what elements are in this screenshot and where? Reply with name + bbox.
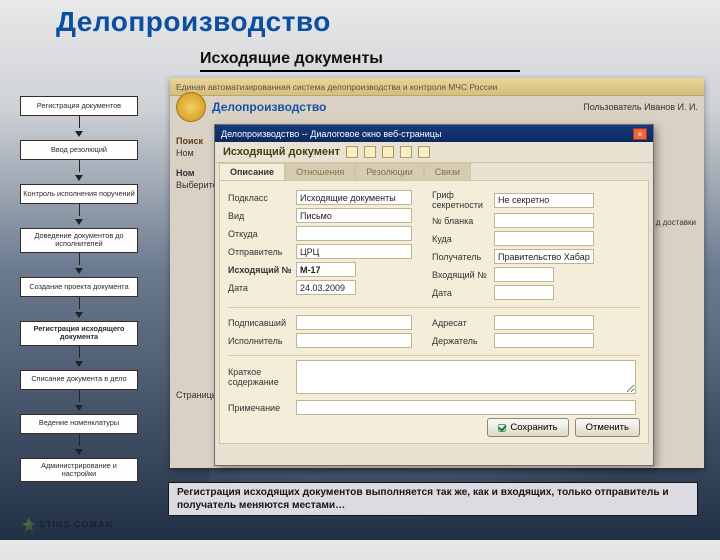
dialog-buttons: Сохранить Отменить [487, 418, 640, 437]
app-window: Единая автоматизированная система делопр… [170, 78, 704, 468]
document-form: Подкласс Вид Откуда Отправитель Исходящи… [219, 180, 649, 444]
page-title: Делопроизводство [56, 6, 331, 38]
input-addressee[interactable] [494, 315, 594, 330]
label-from: Откуда [228, 229, 296, 239]
input-signer[interactable] [296, 315, 412, 330]
sidebar-item-resolutions[interactable]: Ввод резолюций [20, 140, 138, 160]
sidebar-label: Регистрация документов [37, 102, 121, 110]
tab-links[interactable]: Связи [424, 163, 471, 180]
input-outno[interactable] [296, 262, 356, 277]
input-holder[interactable] [494, 333, 594, 348]
sidebar-item-control[interactable]: Контроль исполнения поручений [20, 184, 138, 204]
sidebar-item-nomenclature[interactable]: Ведение номенклатуры [20, 414, 138, 434]
brand-title: Делопроизводство [212, 100, 326, 114]
workflow-sidebar: Регистрация документов Ввод резолюций Ко… [20, 96, 138, 482]
search-field-label: Ном [176, 148, 194, 158]
label-secrecy: Гриф секретности [432, 190, 494, 210]
check-icon [498, 424, 506, 432]
input-from[interactable] [296, 226, 412, 241]
toolbar-icon[interactable] [364, 146, 376, 158]
sidebar-label: Ведение номенклатуры [39, 419, 119, 427]
input-date2[interactable] [494, 285, 554, 300]
label-sender: Отправитель [228, 247, 296, 257]
input-inno[interactable] [494, 267, 554, 282]
sidebar-label: Доведение документов до исполнителей [23, 232, 135, 249]
input-summary[interactable] [296, 360, 636, 394]
label-executor: Исполнитель [228, 336, 296, 346]
user-box: Пользователь Иванов И. И. [583, 102, 698, 112]
sidebar-label: Регистрация исходящего документа [23, 325, 135, 342]
section-title: Исходящие документы [200, 50, 520, 72]
dialog-heading: Исходящий документ [223, 146, 340, 158]
close-icon[interactable]: × [633, 128, 647, 140]
sidebar-label: Ввод резолюций [51, 146, 107, 154]
leaf-icon [22, 518, 36, 532]
label-blank: № бланка [432, 216, 494, 226]
sidebar-item-archive[interactable]: Списание документа в дело [20, 370, 138, 390]
input-recipient[interactable] [494, 249, 594, 264]
input-secrecy[interactable] [494, 193, 594, 208]
footer-logo: STINS COMAN [22, 518, 113, 532]
label-inno: Входящий № [432, 270, 494, 280]
sidebar-item-draft[interactable]: Создание проекта документа [20, 277, 138, 297]
label-signer: Подписавший [228, 318, 296, 328]
input-sender[interactable] [296, 244, 412, 259]
label-date: Дата [228, 283, 296, 293]
sidebar-item-register[interactable]: Регистрация документов [20, 96, 138, 116]
crest-icon [176, 92, 206, 122]
sidebar-item-delivery[interactable]: Доведение документов до исполнителей [20, 228, 138, 253]
label-addressee: Адресат [432, 318, 494, 328]
dialog-titlebar: Делопроизводство -- Диалоговое окно веб-… [215, 125, 653, 142]
label-note: Примечание [228, 403, 296, 413]
sidebar-label: Администрирование и настройки [23, 462, 135, 479]
toolbar-icon[interactable] [418, 146, 430, 158]
toolbar-icon[interactable] [382, 146, 394, 158]
sidebar-label: Создание проекта документа [29, 283, 128, 291]
column-delivery: д доставки [656, 218, 696, 227]
input-to[interactable] [494, 231, 594, 246]
dialog-tabs: Описание Отношения Резолюции Связи [215, 163, 653, 180]
sidebar-item-admin[interactable]: Администрирование и настройки [20, 458, 138, 483]
label-subclass: Подкласс [228, 193, 296, 203]
tab-relations[interactable]: Отношения [285, 163, 355, 180]
cancel-button[interactable]: Отменить [575, 418, 640, 437]
label-kind: Вид [228, 211, 296, 221]
document-dialog: Делопроизводство -- Диалоговое окно веб-… [214, 124, 654, 466]
label-date2: Дата [432, 288, 494, 298]
label-to: Куда [432, 234, 494, 244]
input-blank[interactable] [494, 213, 594, 228]
system-title-bar: Единая автоматизированная система делопр… [170, 78, 704, 96]
tab-resolutions[interactable]: Резолюции [355, 163, 423, 180]
sidebar-item-outgoing[interactable]: Регистрация исходящего документа [20, 321, 138, 346]
user-name: Иванов И. И. [644, 102, 698, 112]
dialog-heading-row: Исходящий документ [215, 142, 653, 163]
sidebar-label: Списание документа в дело [31, 375, 126, 383]
input-executor[interactable] [296, 333, 412, 348]
label-outno: Исходящий № [228, 265, 296, 275]
input-note[interactable] [296, 400, 636, 415]
user-label: Пользователь [583, 102, 641, 112]
sidebar-label: Контроль исполнения поручений [23, 190, 134, 198]
toolbar-icon[interactable] [400, 146, 412, 158]
dialog-title-text: Делопроизводство -- Диалоговое окно веб-… [221, 129, 441, 139]
brand-row: Делопроизводство Пользователь Иванов И. … [170, 96, 704, 118]
input-date[interactable] [296, 280, 356, 295]
label-holder: Держатель [432, 336, 494, 346]
save-button[interactable]: Сохранить [487, 418, 568, 437]
input-subclass[interactable] [296, 190, 412, 205]
label-recipient: Получатель [432, 252, 494, 262]
input-kind[interactable] [296, 208, 412, 223]
toolbar-icon[interactable] [346, 146, 358, 158]
label-summary: Краткое содержание [228, 367, 296, 387]
description-strip: Регистрация исходящих документов выполня… [168, 482, 698, 516]
tab-description[interactable]: Описание [219, 163, 285, 180]
